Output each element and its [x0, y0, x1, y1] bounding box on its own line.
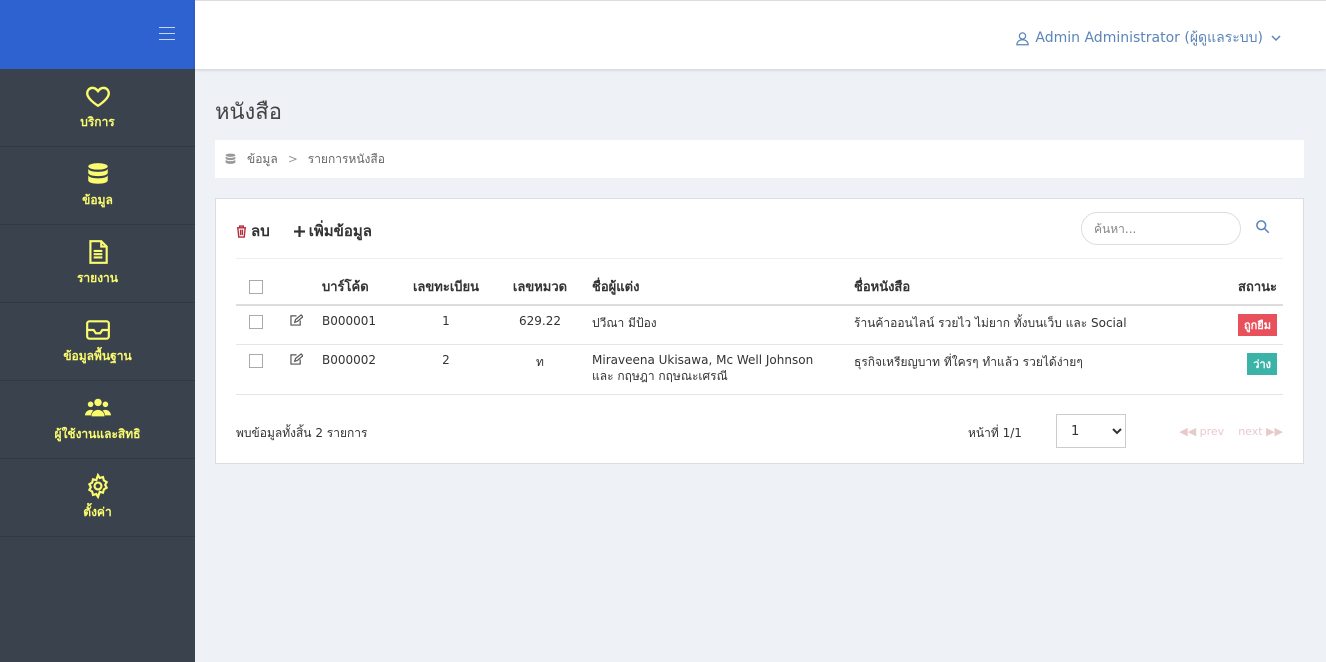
sidebar-item-settings[interactable]: ตั้งค่า — [0, 459, 195, 537]
row-checkbox[interactable] — [249, 314, 263, 329]
sidebar-item-label: ผู้ใช้งานและสิทธิ — [54, 427, 141, 441]
delete-button[interactable]: ลบ — [236, 219, 270, 243]
page-select[interactable]: 1 — [1056, 414, 1126, 448]
divider — [236, 258, 1283, 259]
column-header-reg-no[interactable]: เลขทะเบียน — [398, 269, 494, 306]
cell-title: ร้านค้าออนไลน์ รวยไว ไม่ยาก ทั้งบนเว็บ แ… — [848, 305, 1193, 345]
next-button[interactable]: next ▶▶ — [1238, 425, 1283, 438]
breadcrumb-item-data[interactable]: ข้อมูล — [247, 150, 278, 169]
status-badge: ถูกยืม — [1237, 314, 1277, 336]
chevron-down-icon — [1271, 35, 1281, 42]
page-title: หนังสือ — [215, 100, 282, 125]
user-menu[interactable]: Admin Administrator (ผู้ดูแลระบบ) — [1015, 27, 1286, 49]
edit-icon[interactable] — [289, 353, 304, 365]
gear-icon — [87, 473, 108, 499]
edit-icon[interactable] — [289, 314, 304, 326]
user-icon — [1016, 31, 1030, 45]
plus-icon — [293, 225, 305, 237]
cell-barcode: B000002 — [316, 344, 398, 395]
breadcrumb-separator: > — [287, 152, 298, 166]
search-input[interactable] — [1081, 212, 1241, 245]
column-header-title[interactable]: ชื่อหนังสือ — [848, 269, 1193, 306]
sidebar-item-label: บริการ — [80, 115, 115, 129]
pager: ◀◀ prev next ▶▶ — [1179, 425, 1283, 438]
sidebar-item-master-data[interactable]: ข้อมูลพื้นฐาน — [0, 303, 195, 381]
brand-bar — [0, 0, 195, 69]
select-all-checkbox[interactable] — [249, 279, 263, 294]
column-header-author[interactable]: ชื่อผู้แต่ง — [586, 269, 848, 306]
column-header-barcode[interactable]: บาร์โค้ด — [316, 269, 398, 306]
column-header-category[interactable]: เลขหมวด — [494, 269, 586, 306]
row-checkbox[interactable] — [249, 353, 263, 368]
sidebar-item-data[interactable]: ข้อมูล — [0, 147, 195, 225]
cell-category: ท — [494, 344, 586, 395]
sidebar-item-service[interactable]: บริการ — [0, 69, 195, 147]
table-row: B000002 2 ท Miraveena Ukisawa, Mc Well J… — [236, 344, 1283, 395]
heart-icon — [85, 86, 110, 108]
sidebar: บริการ ข้อมูล รายงาน ข้อมูลพื้นฐาน ผู้ใช… — [0, 0, 195, 662]
sidebar-item-label: รายงาน — [76, 271, 118, 285]
add-button[interactable]: เพิ่มข้อมูล — [293, 219, 372, 243]
table-row: B000001 1 629.22 ปวีณา มีป้อง ร้านค้าออน… — [236, 305, 1283, 345]
status-badge: ว่าง — [1247, 353, 1277, 375]
database-icon — [87, 163, 108, 184]
select-all-cell — [236, 269, 276, 306]
user-name: Admin Administrator (ผู้ดูแลระบบ) — [1035, 30, 1263, 46]
table-header-row: บาร์โค้ด เลขทะเบียน เลขหมวด ชื่อผู้แต่ง … — [236, 269, 1283, 306]
cell-barcode: B000001 — [316, 305, 398, 345]
cell-title: ธุรกิจเหรียญบาท ที่ใครๆ ทำแล้ว รวยได้ง่า… — [848, 344, 1193, 395]
cell-reg-no: 1 — [398, 305, 494, 345]
users-icon — [84, 398, 111, 417]
book-table: บาร์โค้ด เลขทะเบียน เลขหมวด ชื่อผู้แต่ง … — [236, 269, 1283, 395]
sidebar-item-label: ตั้งค่า — [83, 505, 112, 519]
inbox-icon — [85, 320, 110, 340]
book-list-panel: ลบ เพิ่มข้อมูล บาร์โค้ด เลขทะเบียน เลขหม… — [215, 198, 1304, 464]
file-text-icon — [88, 240, 108, 264]
trash-icon — [236, 224, 247, 238]
breadcrumb-item-book-list: รายการหนังสือ — [307, 151, 385, 166]
sidebar-item-users[interactable]: ผู้ใช้งานและสิทธิ — [0, 381, 195, 459]
database-icon — [225, 153, 236, 164]
column-header-status[interactable]: สถานะ — [1193, 269, 1283, 306]
hamburger-menu-icon[interactable] — [159, 27, 175, 41]
cell-author: ปวีณา มีป้อง — [586, 305, 848, 345]
edit-column-header — [276, 269, 316, 306]
total-count: พบข้อมูลทั้งสิ้น 2 รายการ — [236, 426, 368, 440]
search-icon[interactable] — [1255, 219, 1270, 234]
breadcrumb: ข้อมูล > รายการหนังสือ — [215, 140, 1304, 178]
top-bar: Admin Administrator (ผู้ดูแลระบบ) — [195, 0, 1326, 69]
prev-button[interactable]: ◀◀ prev — [1179, 425, 1224, 438]
sidebar-item-label: ข้อมูลพื้นฐาน — [63, 349, 132, 363]
sidebar-item-label: ข้อมูล — [82, 193, 113, 207]
cell-author: Miraveena Ukisawa, Mc Well Johnson และ กฤ… — [586, 344, 848, 395]
sidebar-item-report[interactable]: รายงาน — [0, 225, 195, 303]
cell-reg-no: 2 — [398, 344, 494, 395]
cell-category: 629.22 — [494, 305, 586, 345]
toolbar: ลบ เพิ่มข้อมูล — [236, 219, 396, 243]
page-indicator: หน้าที่ 1/1 — [968, 426, 1022, 440]
